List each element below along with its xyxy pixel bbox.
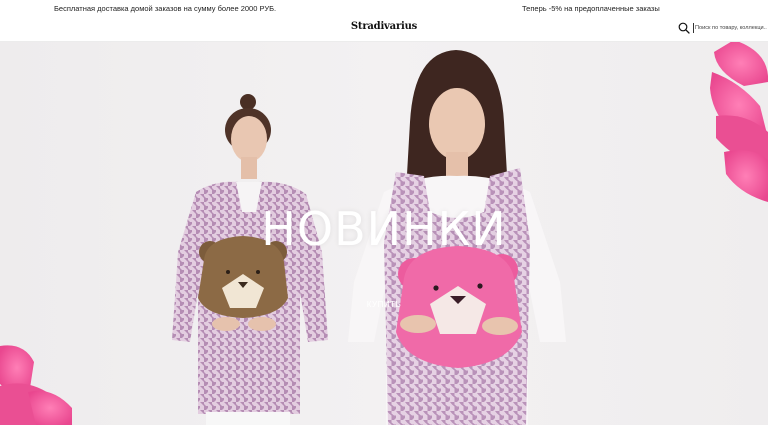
prepaid-discount-promo[interactable]: Теперь -5% на предоплаченные заказы <box>522 4 660 13</box>
logo-text: Stradivarius <box>350 20 418 32</box>
hero-title[interactable]: НОВИНКИ <box>0 202 768 256</box>
free-delivery-promo[interactable]: Бесплатная доставка домой заказов на сум… <box>54 4 276 13</box>
shop-now-button[interactable]: КУПИТЬ <box>364 298 404 310</box>
search-icon[interactable] <box>678 22 690 34</box>
site-header: Бесплатная доставка домой заказов на сум… <box>0 0 768 42</box>
hero-banner[interactable]: НОВИНКИ КУПИТЬ <box>0 42 768 425</box>
stradivarius-logo[interactable]: Stradivarius <box>350 19 418 33</box>
search-input[interactable] <box>693 23 767 33</box>
pink-flower-top-right <box>710 42 768 202</box>
left-model <box>172 94 328 425</box>
pink-flower-bottom-left <box>0 345 72 425</box>
search-bar[interactable] <box>678 21 768 35</box>
bear-bag-pink <box>396 246 522 368</box>
